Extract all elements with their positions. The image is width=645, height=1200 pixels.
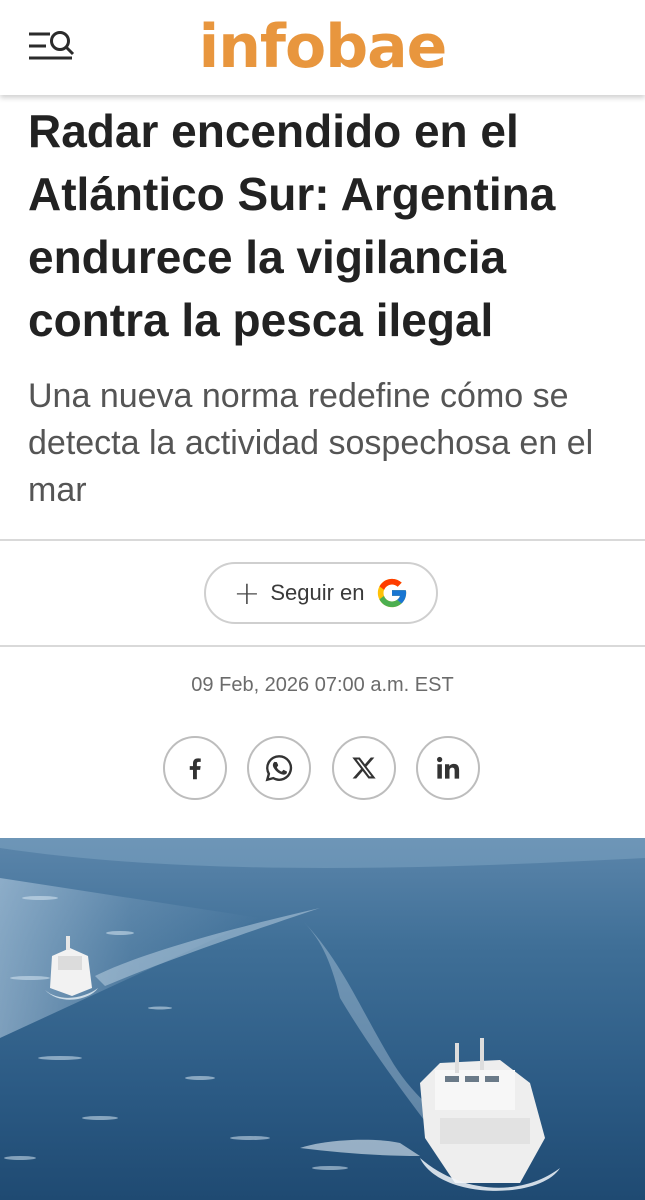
publish-date: 09 Feb, 2026 07:00 a.m. EST <box>191 674 454 696</box>
article-subtitle: Una nueva norma redefine cómo se detecta… <box>28 377 594 509</box>
whatsapp-icon <box>265 755 293 782</box>
google-g-icon <box>377 578 406 608</box>
share-linkedin-button[interactable] <box>416 736 480 800</box>
share-whatsapp-button[interactable] <box>247 736 311 800</box>
follow-on-google-button[interactable]: + Seguir en <box>204 562 438 624</box>
follow-label: Seguir en <box>270 580 365 605</box>
share-x-button[interactable] <box>332 736 396 800</box>
article-headline: Radar encendido en el Atlántico Sur: Arg… <box>28 105 556 346</box>
infobae-logo[interactable]: infobae <box>0 12 645 82</box>
linkedin-icon <box>437 756 460 779</box>
article-hero-image <box>0 838 645 1200</box>
plus-icon: + <box>233 574 261 612</box>
divider <box>0 539 645 541</box>
facebook-icon <box>189 758 201 780</box>
share-facebook-button[interactable] <box>163 736 227 800</box>
divider <box>0 645 645 647</box>
top-header: infobae <box>0 0 645 95</box>
x-icon <box>352 757 376 779</box>
